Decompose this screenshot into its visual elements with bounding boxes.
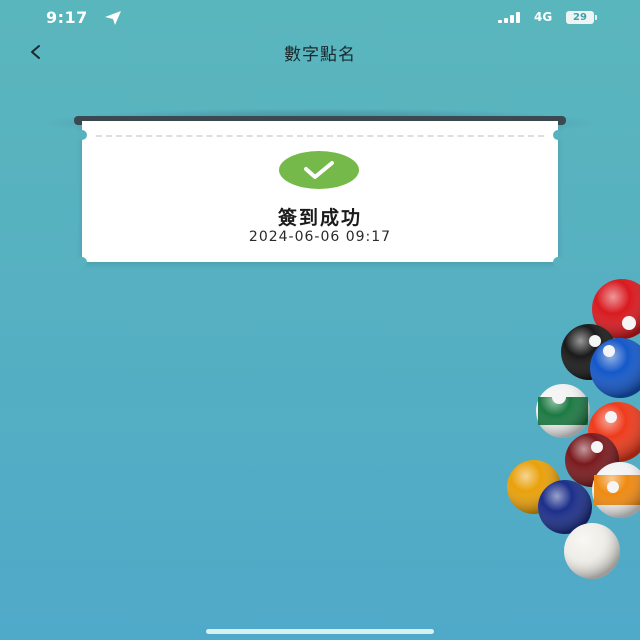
- billiard-balls-image: [507, 279, 640, 579]
- check-icon: [279, 151, 359, 189]
- checkin-timestamp: 2024-06-06 09:17: [248, 229, 392, 245]
- page-title: 數字點名: [284, 45, 356, 65]
- home-indicator[interactable]: [206, 629, 434, 634]
- battery-cap: [595, 15, 597, 20]
- perforation-line: [96, 135, 544, 137]
- status-bar: 9:17 4G 29: [0, 0, 640, 36]
- location-arrow-icon: [105, 11, 121, 25]
- network-label: 4G: [534, 10, 553, 24]
- card-notch: [77, 257, 87, 267]
- success-title: 簽到成功: [277, 207, 362, 229]
- checkin-result-card: 簽到成功 2024-06-06 09:17: [77, 121, 563, 267]
- signal-icon: [498, 12, 520, 23]
- card-notch: [553, 257, 563, 267]
- card-notch: [77, 130, 87, 140]
- battery-icon: 29: [566, 11, 597, 24]
- status-time: 9:17: [46, 8, 88, 27]
- battery-level: 29: [573, 12, 587, 23]
- card-notch: [553, 130, 563, 140]
